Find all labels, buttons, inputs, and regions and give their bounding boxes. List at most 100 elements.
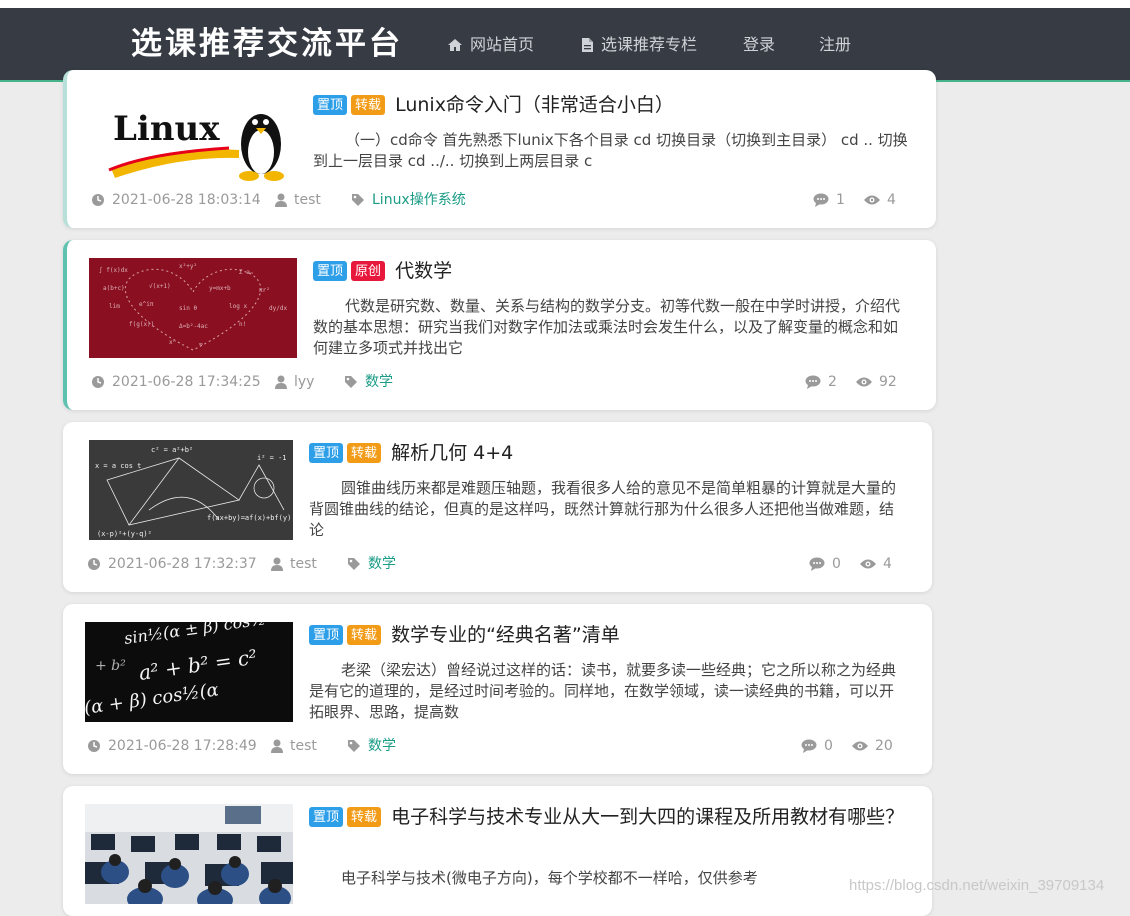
post-title[interactable]: 电子科学与技术专业从大一到大四的课程及所用教材有哪些？ (391, 806, 904, 828)
post-thumbnail[interactable]: sin½(α ± β) cos½ + b² a² + b² = c² (α + … (85, 622, 293, 722)
post-category[interactable]: 数学 (344, 372, 393, 392)
linux-logo-text: Linux (113, 109, 220, 149)
user-icon (275, 375, 287, 389)
post-thumbnail[interactable]: Linux (89, 98, 297, 198)
post-excerpt: 代数是研究数、数量、关系与结构的数学分支。初等代数一般在中学时讲授，介绍代数的基… (313, 297, 901, 357)
chalkboard-geometry-image: c² = a²+b² f(ax+by)=af(x)+bf(y) x = a co… (89, 440, 293, 540)
nav-course-column-label: 选课推荐专栏 (601, 35, 698, 54)
svg-text:dy/dx: dy/dx (269, 305, 287, 312)
svg-text:y=mx+b: y=mx+b (209, 285, 231, 292)
tag-icon (345, 376, 357, 388)
post-card[interactable]: c² = a²+b² f(ax+by)=af(x)+bf(y) x = a co… (63, 422, 932, 592)
post-comments: 0 (809, 554, 841, 574)
post-thumbnail[interactable]: ∫ f(x)dx x²+y² Σ aₙ a(b+c) √(x+1) y=mx+b πr² … (89, 258, 297, 358)
post-author: test (275, 190, 321, 210)
post-card[interactable]: ∫ f(x)dx x²+y² Σ aₙ a(b+c) √(x+1) y=mx+b πr² … (63, 240, 936, 410)
svg-text:log x: log x (229, 303, 247, 310)
clock-icon (88, 558, 100, 570)
post-category[interactable]: 数学 (347, 736, 396, 756)
post-title-row: 置顶 转载 Lunix命令入门（非常适合小白） (313, 92, 910, 118)
post-views: 4 (860, 554, 892, 574)
tag-pinned: 置顶 (309, 807, 344, 827)
post-meta: 2021-06-28 18:03:14 test Linux操作系统 1 4 (91, 190, 896, 210)
post-card[interactable]: sin½(α ± β) cos½ + b² a² + b² = c² (α + … (63, 604, 932, 774)
post-category[interactable]: 数学 (347, 554, 396, 574)
svg-text:lim: lim (109, 303, 120, 310)
post-meta: 2021-06-28 17:28:49 test 数学 0 20 (87, 736, 893, 756)
svg-text:a(b+c): a(b+c) (103, 285, 125, 292)
formula-dark-image: sin½(α ± β) cos½ + b² a² + b² = c² (α + … (85, 622, 293, 722)
tag-pinned: 置顶 (313, 261, 348, 281)
clock-icon (92, 194, 104, 206)
svg-text:πr²: πr² (259, 287, 270, 294)
svg-text:n!: n! (239, 321, 246, 328)
post-excerpt: 老梁（梁宏达）曾经说过这样的话：读书，就要多读一些经典；它之所以称之为经典是有它… (309, 661, 897, 721)
eye-icon (860, 559, 876, 569)
svg-text:√(x+1): √(x+1) (149, 283, 171, 290)
post-title[interactable]: 解析几何 4+4 (391, 442, 513, 464)
post-title[interactable]: Lunix命令入门（非常适合小白） (395, 94, 674, 116)
nav-login[interactable]: 登录 (743, 30, 775, 60)
post-comments: 1 (813, 190, 845, 210)
svg-text:i² = -1: i² = -1 (257, 454, 287, 462)
home-icon (448, 39, 462, 51)
comment-icon (813, 193, 829, 207)
post-thumbnail[interactable] (85, 804, 293, 904)
post-title-row: 置顶 转载 电子科学与技术专业从大一到大四的课程及所用教材有哪些？ (309, 804, 906, 830)
post-date: 2021-06-28 17:28:49 (87, 736, 257, 756)
file-icon (582, 38, 593, 52)
post-date: 2021-06-28 17:32:37 (87, 554, 257, 574)
user-icon (271, 557, 283, 571)
tag-pinned: 置顶 (309, 443, 344, 463)
algebra-heart-image: ∫ f(x)dxx²+y²Σ aₙ a(b+c) √(x+1) y=mx+b πr² … (89, 258, 297, 358)
tag-repost: 转载 (347, 807, 382, 827)
comment-icon (809, 557, 825, 571)
post-meta: 2021-06-28 17:34:25 lyy 数学 2 92 (91, 372, 897, 392)
eye-icon (856, 377, 872, 387)
svg-text:(x-p)²+(y-q)²: (x-p)²+(y-q)² (97, 530, 152, 538)
nav-register[interactable]: 注册 (819, 30, 851, 60)
svg-text:∞: ∞ (199, 341, 203, 348)
post-excerpt: （一）cd命令 首先熟悉下lunix下各个目录 cd 切换目录（切换到主目录） … (313, 131, 908, 170)
tag-repost: 转载 (347, 625, 382, 645)
user-icon (271, 739, 283, 753)
site-brand[interactable]: 选课推荐交流平台 (131, 18, 403, 70)
post-excerpt: 圆锥曲线历来都是难题压轴题，我看很多人给的意见不是简单粗暴的计算就是大量的背圆锥… (309, 479, 897, 539)
csdn-watermark: https://blog.csdn.net/weixin_39709134 (849, 877, 1105, 894)
post-title-row: 置顶 转载 解析几何 4+4 (309, 440, 906, 466)
svg-text:x = a cos t: x = a cos t (95, 462, 141, 470)
linux-logo-image: Linux (89, 98, 297, 188)
post-card[interactable]: Linux 置顶 转载 Lunix命令入门（非常适合小白） （一）cd命令 首先熟… (63, 70, 936, 228)
nav-login-label: 登录 (743, 35, 776, 54)
user-icon (275, 193, 287, 207)
clock-icon (88, 740, 100, 752)
tag-repost: 转载 (351, 95, 386, 115)
post-title[interactable]: 代数学 (395, 260, 452, 282)
nav-home-label: 网站首页 (470, 35, 535, 54)
post-views: 20 (852, 736, 893, 756)
svg-text:f(ax+by)=af(x)+bf(y): f(ax+by)=af(x)+bf(y) (207, 514, 291, 522)
svg-text:Δ=b²-4ac: Δ=b²-4ac (179, 323, 208, 330)
eye-icon (864, 195, 880, 205)
tag-icon (352, 194, 364, 206)
svg-text:x²+y²: x²+y² (179, 263, 197, 270)
top-strip (0, 0, 1130, 8)
post-comments: 2 (805, 372, 837, 392)
tag-icon (348, 740, 360, 752)
post-meta: 2021-06-28 17:32:37 test 数学 0 4 (87, 554, 892, 574)
svg-text:∫ f(x)dx: ∫ f(x)dx (99, 266, 128, 274)
post-author: test (271, 736, 317, 756)
post-thumbnail[interactable]: c² = a²+b² f(ax+by)=af(x)+bf(y) x = a co… (89, 440, 297, 540)
post-views: 92 (856, 372, 897, 392)
post-author: test (271, 554, 317, 574)
post-title[interactable]: 数学专业的“经典名著”清单 (391, 624, 620, 646)
post-category[interactable]: Linux操作系统 (351, 190, 466, 210)
svg-text:xⁿ: xⁿ (169, 339, 176, 346)
nav-home[interactable]: 网站首页 (447, 30, 534, 60)
post-card[interactable]: 置顶 转载 电子科学与技术专业从大一到大四的课程及所用教材有哪些？ 电子科学与技术… (63, 786, 932, 916)
nav-course-column[interactable]: 选课推荐专栏 (581, 30, 697, 60)
comment-icon (805, 375, 821, 389)
post-date: 2021-06-28 18:03:14 (91, 190, 261, 210)
comment-icon (801, 739, 817, 753)
post-excerpt: 电子科学与技术(微电子方向)，每个学校都不一样哈，仅供参考 (341, 869, 758, 887)
